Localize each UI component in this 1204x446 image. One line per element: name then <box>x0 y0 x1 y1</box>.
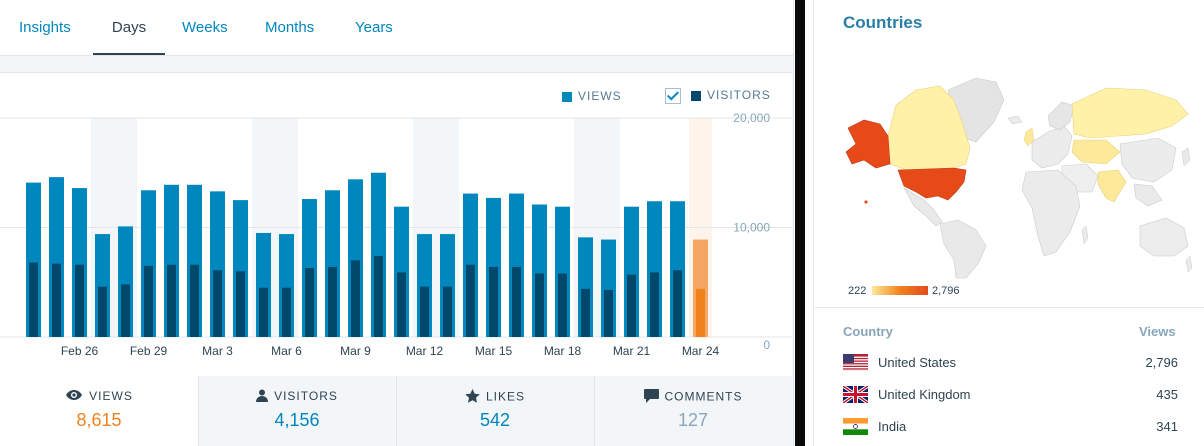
visitors-bar <box>466 264 475 337</box>
visitors-bar <box>190 264 199 337</box>
country-name: India <box>878 419 907 434</box>
stat-comments[interactable]: COMMENTS 127 <box>594 376 792 446</box>
visitors-bar <box>535 273 544 337</box>
stat-visitors-value: 4,156 <box>274 410 320 430</box>
panel-separator <box>814 307 1204 308</box>
x-tick-label: Feb 26 <box>61 344 99 358</box>
countries-panel: Countries 222 2,796 Country Views United… <box>813 0 1204 446</box>
visitors-bar <box>397 272 406 337</box>
visitors-bar <box>29 262 38 337</box>
x-tick-label: Mar 24 <box>682 344 720 358</box>
stat-views-value: 8,615 <box>76 410 122 430</box>
country-row[interactable]: United States 2,796 <box>843 352 1178 374</box>
x-tick-label: Mar 3 <box>202 344 233 358</box>
country-row[interactable]: India 341 <box>843 416 1178 438</box>
visitors-bar <box>236 271 245 337</box>
country-views: 341 <box>1156 419 1178 434</box>
visitors-bar <box>489 266 498 337</box>
summary-stats: VIEWS 8,615 VISITORS 4,156 LIKES 542 COM… <box>0 376 792 446</box>
chart-card: VIEWS VISITORS 20,000 10,000 0 Feb 26 Feb 29… <box>0 72 792 377</box>
stat-visitors[interactable]: VISITORS 4,156 <box>198 376 397 446</box>
visitors-bar <box>167 264 176 337</box>
visitors-bar <box>443 286 452 337</box>
country-views: 2,796 <box>1145 355 1178 370</box>
visitors-bar <box>52 263 61 337</box>
period-tabs: Insights Days Weeks Months Years <box>0 0 793 56</box>
x-tick-label: Feb 29 <box>130 344 168 358</box>
tab-days[interactable]: Days <box>93 0 165 55</box>
visitors-bar <box>328 266 337 337</box>
x-tick-label: Mar 21 <box>613 344 651 358</box>
tab-years[interactable]: Years <box>355 0 393 55</box>
stat-comments-label: COMMENTS <box>664 389 743 404</box>
visitors-bar <box>374 255 383 337</box>
panel-divider <box>795 0 805 446</box>
stat-likes-value: 542 <box>479 410 511 430</box>
visitors-bar <box>282 287 291 337</box>
column-views: Views <box>1139 324 1176 339</box>
visitors-bar <box>581 288 590 337</box>
visitors-bar <box>121 284 130 337</box>
us-flag-icon <box>843 354 868 371</box>
visitors-bar <box>696 288 705 337</box>
stat-views[interactable]: VIEWS 8,615 <box>0 376 199 446</box>
visitors-bar <box>259 287 268 337</box>
column-country: Country <box>843 324 893 339</box>
visitors-bar <box>650 272 659 337</box>
stat-views-label: VIEWS <box>89 389 133 403</box>
visitors-bar <box>144 265 153 337</box>
stat-likes[interactable]: LIKES 542 <box>396 376 595 446</box>
visitors-bar <box>558 273 567 337</box>
uk-flag-icon <box>842 384 869 405</box>
x-tick-label: Mar 15 <box>475 344 513 358</box>
stat-visitors-label: VISITORS <box>274 389 338 404</box>
country-row[interactable]: United Kingdom 435 <box>842 384 1178 406</box>
visitors-bar <box>75 264 84 337</box>
x-tick-label: Mar 6 <box>271 344 302 358</box>
y-tick-label: 10,000 <box>733 221 770 235</box>
y-tick-label: 0 <box>763 338 770 352</box>
country-views: 435 <box>1156 387 1178 402</box>
tab-months[interactable]: Months <box>265 0 314 55</box>
visitors-bar <box>213 270 222 337</box>
person-icon <box>256 389 269 405</box>
countries-title: Countries <box>843 13 923 32</box>
visitors-bar <box>604 289 613 337</box>
stats-main-panel: Insights Days Weeks Months Years VIEWS V… <box>0 0 794 446</box>
x-tick-label: Mar 18 <box>544 344 582 358</box>
scale-min-label: 222 <box>848 285 867 297</box>
star-icon <box>465 389 480 406</box>
views-chart: 20,000 10,000 0 Feb 26 Feb 29 Mar 3 Mar 6 Mar 9… <box>0 111 792 358</box>
visitors-bar <box>673 270 682 337</box>
color-scale <box>872 286 928 295</box>
india-flag-icon <box>843 418 868 435</box>
scale-max-label: 2,796 <box>932 285 960 297</box>
visitors-bar <box>98 286 107 337</box>
eye-icon <box>65 389 83 404</box>
y-tick-label: 20,000 <box>733 111 770 125</box>
world-map <box>845 77 1193 279</box>
comment-icon <box>643 389 659 406</box>
x-tick-label: Mar 9 <box>340 344 371 358</box>
stat-comments-value: 127 <box>677 410 709 430</box>
visitors-bar <box>627 274 636 337</box>
country-name: United States <box>878 355 957 370</box>
visitors-bar <box>512 266 521 337</box>
visitors-bar <box>351 260 360 337</box>
visitors-bar <box>305 268 314 337</box>
x-tick-label: Mar 12 <box>406 344 444 358</box>
visitors-bar <box>420 286 429 337</box>
tab-weeks[interactable]: Weeks <box>182 0 228 55</box>
stat-likes-label: LIKES <box>485 389 526 404</box>
country-name: United Kingdom <box>878 387 971 402</box>
tab-insights[interactable]: Insights <box>19 0 71 55</box>
